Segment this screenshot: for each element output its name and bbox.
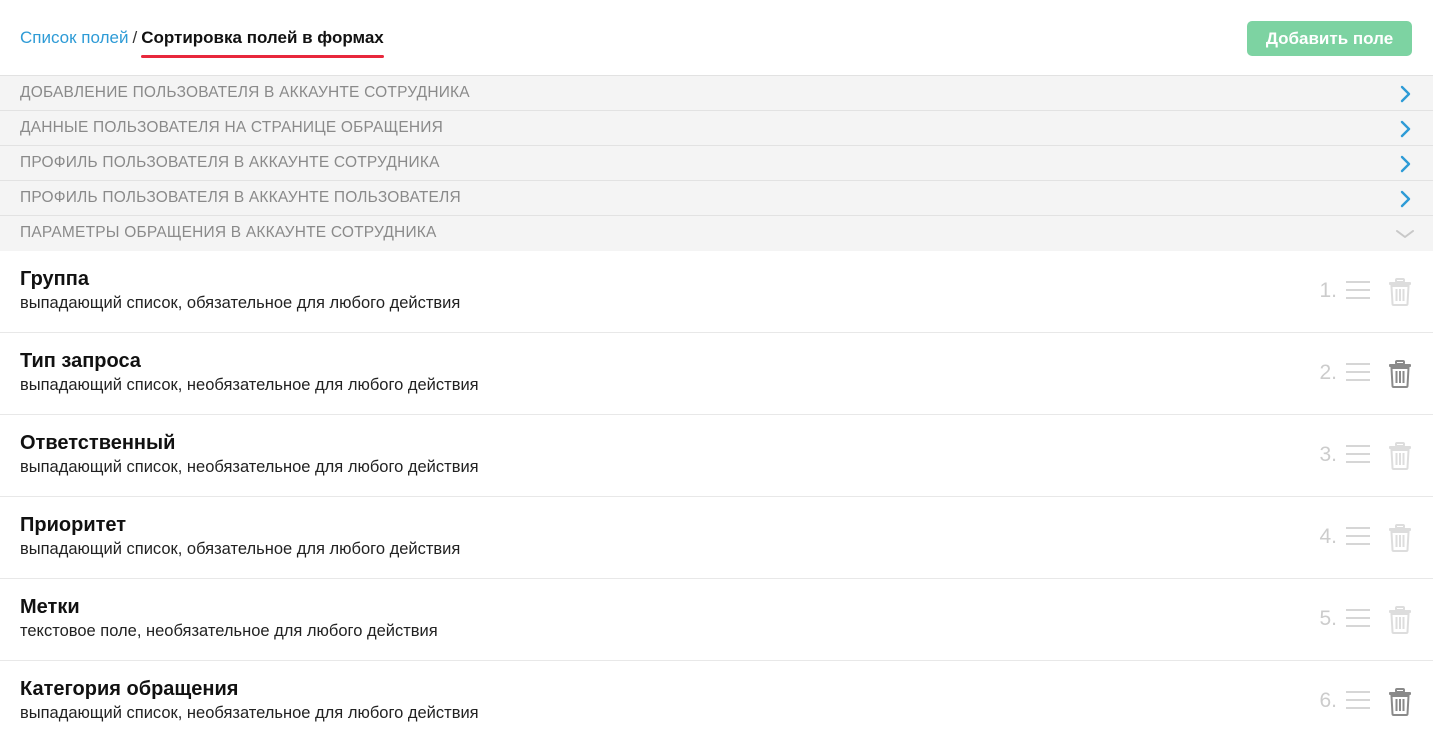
- form-section-label: ПРОФИЛЬ ПОЛЬЗОВАТЕЛЯ В АККАУНТЕ ПОЛЬЗОВА…: [20, 189, 461, 206]
- form-section-2[interactable]: ПРОФИЛЬ ПОЛЬЗОВАТЕЛЯ В АККАУНТЕ СОТРУДНИ…: [0, 146, 1433, 181]
- breadcrumb: Список полей / Сортировка полей в формах: [20, 28, 384, 58]
- page: Список полей / Сортировка полей в формах Д…: [0, 0, 1433, 740]
- field-description: выпадающий список, необязательное для лю…: [20, 376, 479, 394]
- chevron-right-icon[interactable]: [1395, 84, 1415, 104]
- drag-handle-icon[interactable]: [1346, 690, 1370, 710]
- trash-icon[interactable]: [1388, 360, 1412, 388]
- field-description: выпадающий список, необязательное для лю…: [20, 458, 479, 476]
- drag-handle-icon[interactable]: [1346, 280, 1370, 300]
- form-section-1[interactable]: ДАННЫЕ ПОЛЬЗОВАТЕЛЯ НА СТРАНИЦЕ ОБРАЩЕНИ…: [0, 111, 1433, 146]
- form-section-label: ДОБАВЛЕНИЕ ПОЛЬЗОВАТЕЛЯ В АККАУНТЕ СОТРУ…: [20, 84, 470, 101]
- trash-icon: [1388, 442, 1412, 470]
- breadcrumb-current: Сортировка полей в формах: [141, 28, 384, 58]
- chevron-right-icon[interactable]: [1395, 189, 1415, 209]
- field-row: Категория обращения выпадающий список, не…: [0, 661, 1433, 740]
- form-section-4[interactable]: ПАРАМЕТРЫ ОБРАЩЕНИЯ В АККАУНТЕ СОТРУДНИК…: [0, 216, 1433, 251]
- field-order-number: 3.: [1319, 443, 1337, 466]
- field-title: Ответственный: [20, 432, 176, 454]
- field-row: Группа выпадающий список, обязательное дл…: [0, 251, 1433, 333]
- drag-handle-icon[interactable]: [1346, 444, 1370, 464]
- field-list: Группа выпадающий список, обязательное дл…: [0, 251, 1433, 740]
- field-order-number: 1.: [1319, 279, 1337, 302]
- field-description: выпадающий список, необязательное для лю…: [20, 704, 479, 722]
- trash-icon[interactable]: [1388, 688, 1412, 716]
- breadcrumb-link-field-list[interactable]: Список полей: [20, 28, 128, 47]
- chevron-right-icon[interactable]: [1395, 119, 1415, 139]
- page-title: Сортировка полей в формах: [141, 28, 384, 47]
- trash-icon: [1388, 278, 1412, 306]
- field-order-number: 5.: [1319, 607, 1337, 630]
- field-title: Группа: [20, 268, 89, 290]
- field-row: Ответственный выпадающий список, необязат…: [0, 415, 1433, 497]
- field-order-number: 6.: [1319, 689, 1337, 712]
- form-section-3[interactable]: ПРОФИЛЬ ПОЛЬЗОВАТЕЛЯ В АККАУНТЕ ПОЛЬЗОВА…: [0, 181, 1433, 216]
- drag-handle-icon[interactable]: [1346, 608, 1370, 628]
- form-section-label: ПАРАМЕТРЫ ОБРАЩЕНИЯ В АККАУНТЕ СОТРУДНИК…: [20, 224, 437, 241]
- form-section-0[interactable]: ДОБАВЛЕНИЕ ПОЛЬЗОВАТЕЛЯ В АККАУНТЕ СОТРУ…: [0, 76, 1433, 111]
- breadcrumb-separator: /: [132, 28, 138, 47]
- field-title: Тип запроса: [20, 350, 141, 372]
- form-section-label: ПРОФИЛЬ ПОЛЬЗОВАТЕЛЯ В АККАУНТЕ СОТРУДНИ…: [20, 154, 440, 171]
- chevron-down-icon[interactable]: [1395, 224, 1415, 244]
- field-row: Метки текстовое поле, необязательное для …: [0, 579, 1433, 661]
- form-sections: ДОБАВЛЕНИЕ ПОЛЬЗОВАТЕЛЯ В АККАУНТЕ СОТРУ…: [0, 76, 1433, 251]
- trash-icon: [1388, 606, 1412, 634]
- page-header: Список полей / Сортировка полей в формах Д…: [0, 0, 1433, 76]
- add-field-button[interactable]: Добавить поле: [1247, 21, 1412, 56]
- field-title: Категория обращения: [20, 678, 239, 700]
- field-order-number: 4.: [1319, 525, 1337, 548]
- field-row: Приоритет выпадающий список, обязательное…: [0, 497, 1433, 579]
- active-underline: [141, 55, 384, 58]
- field-description: текстовое поле, необязательное для любог…: [20, 622, 438, 640]
- field-description: выпадающий список, обязательное для любо…: [20, 294, 461, 312]
- drag-handle-icon[interactable]: [1346, 362, 1370, 382]
- field-row: Тип запроса выпадающий список, необязател…: [0, 333, 1433, 415]
- drag-handle-icon[interactable]: [1346, 526, 1370, 546]
- field-description: выпадающий список, обязательное для любо…: [20, 540, 461, 558]
- chevron-right-icon[interactable]: [1395, 154, 1415, 174]
- field-title: Метки: [20, 596, 80, 618]
- field-title: Приоритет: [20, 514, 127, 536]
- field-order-number: 2.: [1319, 361, 1337, 384]
- trash-icon: [1388, 524, 1412, 552]
- form-section-label: ДАННЫЕ ПОЛЬЗОВАТЕЛЯ НА СТРАНИЦЕ ОБРАЩЕНИ…: [20, 119, 443, 136]
